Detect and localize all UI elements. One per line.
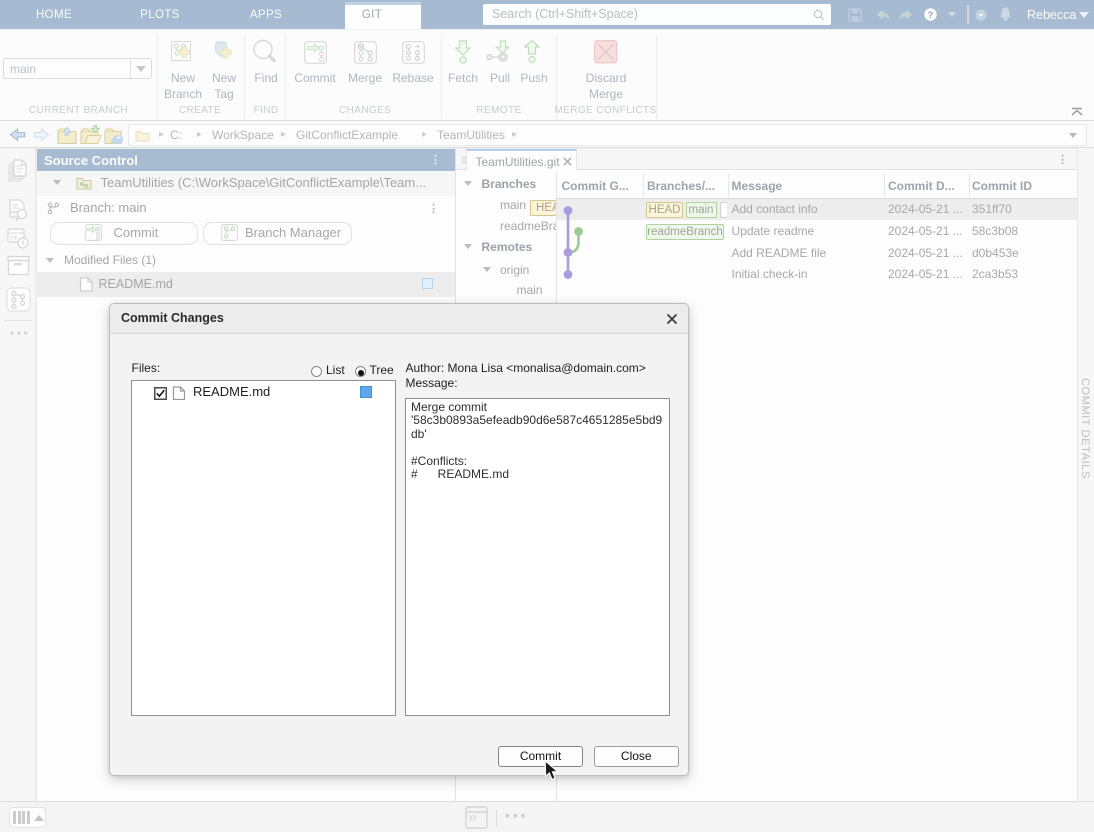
- svg-text:?: ?: [928, 10, 934, 21]
